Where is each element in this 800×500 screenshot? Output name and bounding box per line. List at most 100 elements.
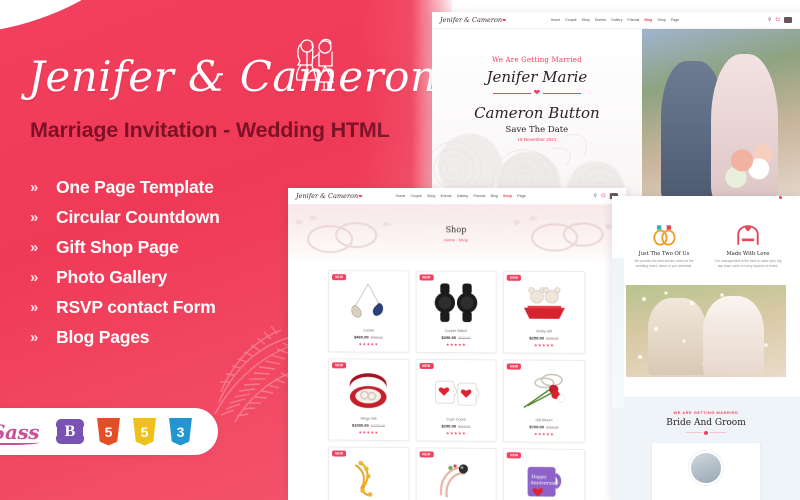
product-image bbox=[507, 369, 581, 416]
nav-item-couple[interactable]: Couple bbox=[565, 18, 576, 22]
carousel-dots[interactable] bbox=[779, 196, 792, 199]
hero-section: We Are Getting Married Jenifer Marie ❤ C… bbox=[432, 29, 800, 204]
rose-ring-icon bbox=[518, 371, 571, 414]
menu-icon[interactable] bbox=[784, 17, 792, 23]
nav-item-gallery[interactable]: Gallery bbox=[611, 18, 622, 22]
heart-icon: ❤ bbox=[358, 194, 362, 200]
nav-item-shop[interactable]: Shop bbox=[657, 18, 665, 22]
feature-label: Blog Pages bbox=[56, 327, 149, 348]
svg-text:Anniversary: Anniversary bbox=[529, 480, 559, 486]
product-card[interactable]: NEW Cups Count $290.00 $310.00 ★★★★★ bbox=[415, 359, 497, 442]
nav-item-shop[interactable]: Shop bbox=[503, 194, 512, 198]
nav-item-friends[interactable]: Friends bbox=[627, 18, 639, 22]
screenshot-services-page: Just The Two Of Us We provide the best s… bbox=[612, 196, 800, 500]
product-badge: NEW bbox=[332, 362, 346, 368]
site-header: Jenifer & Cameron❤ Home Couple Story Eve… bbox=[432, 12, 800, 29]
product-image bbox=[419, 456, 493, 500]
service-text: Our management is the best to make your … bbox=[709, 259, 786, 269]
product-price: $460.00 $500.00 bbox=[332, 334, 405, 339]
product-rating: ★★★★★ bbox=[332, 341, 405, 346]
nav-item-events[interactable]: Events bbox=[441, 194, 452, 198]
bouquet-decoration bbox=[718, 138, 778, 194]
hero-text-panel: We Are Getting Married Jenifer Marie ❤ C… bbox=[432, 29, 642, 204]
product-image bbox=[332, 279, 405, 325]
feature-item: » RSVP contact Form bbox=[30, 292, 220, 322]
nav-item-page[interactable]: Page bbox=[517, 194, 526, 198]
product-image bbox=[419, 368, 493, 415]
html5-icon: 5 bbox=[97, 418, 120, 446]
nav-item-home[interactable]: Home bbox=[396, 194, 406, 198]
product-badge: NEW bbox=[507, 452, 521, 458]
search-icon[interactable]: ⚲ bbox=[593, 194, 597, 199]
product-name: Gift Bloom bbox=[507, 418, 581, 423]
product-card[interactable]: NEW Pretty Ring $600.00$640.00 bbox=[415, 447, 497, 500]
product-price: $1000.00 $1200.00 bbox=[332, 422, 405, 428]
product-image: Happy Anniversary bbox=[507, 457, 581, 500]
wedding-rings-decoration-right bbox=[502, 209, 624, 260]
product-card[interactable]: NEW Gift Bloom $700.00 $760.00 ★★★★★ bbox=[503, 359, 585, 442]
nav-item-couple[interactable]: Couple bbox=[410, 194, 421, 198]
hero-save-the-date: Save The Date bbox=[506, 125, 569, 135]
product-card[interactable]: NEW HappyAnniversary Anniversary Gift $4… bbox=[503, 448, 585, 500]
confetti-overlay bbox=[626, 285, 786, 377]
nav-item-blog[interactable]: Blog bbox=[491, 194, 498, 198]
product-image bbox=[507, 280, 581, 327]
screenshot-homepage: Jenifer & Cameron❤ Home Couple Story Eve… bbox=[432, 12, 800, 204]
nav-item-blog[interactable]: Blog bbox=[644, 18, 652, 22]
product-rating: ★★★★★ bbox=[507, 431, 581, 437]
product-name: Rings Gift bbox=[332, 416, 405, 421]
nav-item-story[interactable]: Story bbox=[582, 18, 590, 22]
cart-icon[interactable]: ☋ bbox=[776, 18, 780, 23]
product-card[interactable]: NEW Rings Gift $1000.00 $1200.00 ★★★★★ bbox=[328, 358, 409, 441]
main-nav: Home Couple Story Events Gallery Friends… bbox=[551, 18, 680, 22]
product-image bbox=[419, 279, 493, 326]
feature-label: Gift Shop Page bbox=[56, 237, 179, 258]
nav-item-friends[interactable]: Friends bbox=[473, 194, 485, 198]
screenshot-shop-page: Jenifer & Cameron❤ Home Couple Story Eve… bbox=[288, 188, 626, 500]
bride-and-groom-section: WE ARE GETTING MARRIED Bride And Groom bbox=[612, 397, 800, 500]
product-card[interactable]: NEW Locket $460.00 $500.00 ★★★★★ bbox=[328, 270, 409, 353]
hero-kicker: We Are Getting Married bbox=[492, 56, 582, 64]
product-image bbox=[332, 367, 405, 414]
nav-item-story[interactable]: Story bbox=[427, 194, 435, 198]
couple-watch-icon bbox=[430, 282, 483, 325]
hero-date: 16 November 2021 bbox=[517, 137, 556, 142]
product-card[interactable]: NEW Couple Watch $290.00 $320.00 ★★★★★ bbox=[415, 270, 497, 353]
feature-label: One Page Template bbox=[56, 177, 214, 198]
nav-item-page[interactable]: Page bbox=[671, 18, 679, 22]
product-name: Cups Count bbox=[419, 417, 493, 422]
shop-site-header: Jenifer & Cameron❤ Home Couple Story Eve… bbox=[288, 188, 626, 205]
service-item: Just The Two Of Us We provide the best s… bbox=[625, 222, 702, 269]
service-item: Made With Love Our management is the bes… bbox=[709, 222, 786, 269]
heart-icon: ❤ bbox=[534, 89, 541, 97]
bootstrap-icon: B bbox=[56, 419, 84, 444]
sass-icon: Sass bbox=[0, 418, 43, 446]
product-price: $290.00 $310.00 bbox=[419, 423, 493, 429]
heart-icon: ❤ bbox=[502, 18, 506, 24]
nav-item-events[interactable]: Events bbox=[595, 18, 606, 22]
product-image bbox=[332, 455, 405, 500]
feature-item: » Photo Gallery bbox=[30, 262, 220, 292]
product-name: Teddy Gift bbox=[507, 329, 581, 333]
tech-badge-bar: Sass B 5 5 3 bbox=[0, 408, 218, 455]
white-corner-curve bbox=[0, 0, 170, 35]
search-icon[interactable]: ⚲ bbox=[768, 18, 772, 23]
javascript-icon: 5 bbox=[133, 418, 156, 446]
product-card[interactable]: NEW Teddy Gift $250.00 $300.00 ★★★★★ bbox=[503, 271, 585, 354]
person-card bbox=[652, 443, 760, 500]
cart-icon[interactable]: ☋ bbox=[601, 194, 606, 199]
chevron-right-icon: » bbox=[30, 270, 56, 285]
wedding-arch-icon bbox=[709, 222, 786, 248]
shop-main-nav: Home Couple Story Events Gallery Friends… bbox=[396, 194, 526, 198]
hero-divider: ❤ bbox=[493, 89, 582, 97]
breadcrumb: Home › Shop bbox=[444, 237, 468, 242]
product-card[interactable]: NEW Ear Ring $650.00$690.00 bbox=[328, 446, 409, 500]
nav-item-gallery[interactable]: Gallery bbox=[457, 194, 469, 198]
service-title: Just The Two Of Us bbox=[625, 251, 702, 257]
header-actions: ⚲ ☋ bbox=[768, 17, 792, 23]
product-badge: NEW bbox=[419, 363, 433, 369]
feature-label: Circular Countdown bbox=[56, 207, 220, 228]
breadcrumb-home[interactable]: Home bbox=[444, 237, 455, 242]
nav-item-home[interactable]: Home bbox=[551, 18, 561, 22]
breadcrumb-current: Shop bbox=[458, 237, 467, 242]
